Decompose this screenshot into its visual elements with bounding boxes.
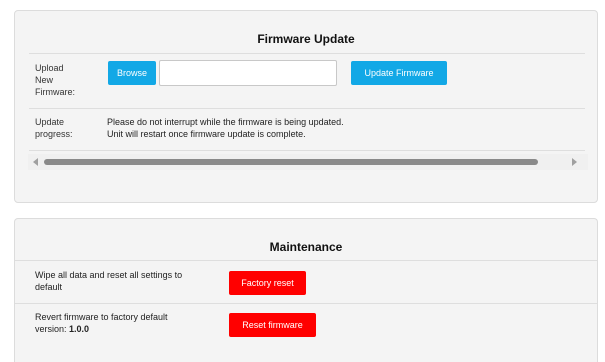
page: Firmware Update Upload New Firmware: Bro… [0, 0, 605, 362]
revert-version-label: version: [35, 324, 67, 334]
progress-message-line-1: Please do not interrupt while the firmwa… [107, 117, 344, 127]
progress-message-line-2: Unit will restart once firmware update i… [107, 129, 306, 139]
update-progress-label-line-2: progress: [35, 129, 73, 139]
browse-button[interactable]: Browse [108, 61, 156, 85]
scroll-right-arrow-icon[interactable] [572, 158, 577, 166]
divider [29, 150, 585, 151]
update-progress-message: Please do not interrupt while the firmwa… [107, 116, 344, 140]
factory-version-value: 1.0.0 [69, 324, 90, 334]
horizontal-scrollbar[interactable] [28, 154, 588, 170]
upload-label-line-1: Upload [35, 63, 64, 73]
update-progress-label: Update progress: [35, 116, 73, 140]
scrollbar-thumb[interactable] [44, 159, 538, 165]
divider [29, 108, 585, 109]
divider [15, 260, 597, 261]
divider [15, 303, 597, 304]
factory-reset-button[interactable]: Factory reset [229, 271, 306, 295]
revert-description: Revert firmware to factory default versi… [35, 311, 168, 335]
revert-description-line-2: version: 1.0.0 [35, 323, 168, 335]
maintenance-panel: Maintenance Wipe all data and reset all … [14, 218, 598, 362]
maintenance-title: Maintenance [269, 240, 343, 254]
update-progress-label-line-1: Update [35, 117, 65, 127]
divider [29, 53, 585, 54]
wipe-description-line-1: Wipe all data and reset all settings to [35, 270, 183, 280]
update-firmware-button[interactable]: Update Firmware [351, 61, 447, 85]
revert-description-line-1: Revert firmware to factory default [35, 312, 168, 322]
upload-label: Upload New Firmware: [35, 62, 75, 98]
wipe-description-line-2: default [35, 282, 63, 292]
upload-label-line-2: New [35, 75, 54, 85]
reset-firmware-button[interactable]: Reset firmware [229, 313, 316, 337]
upload-label-line-3: Firmware: [35, 87, 75, 97]
firmware-update-panel: Firmware Update Upload New Firmware: Bro… [14, 10, 598, 203]
scroll-left-arrow-icon[interactable] [33, 158, 38, 166]
wipe-description: Wipe all data and reset all settings to … [35, 269, 182, 293]
firmware-file-input[interactable] [159, 60, 337, 86]
firmware-update-title: Firmware Update [257, 32, 355, 46]
